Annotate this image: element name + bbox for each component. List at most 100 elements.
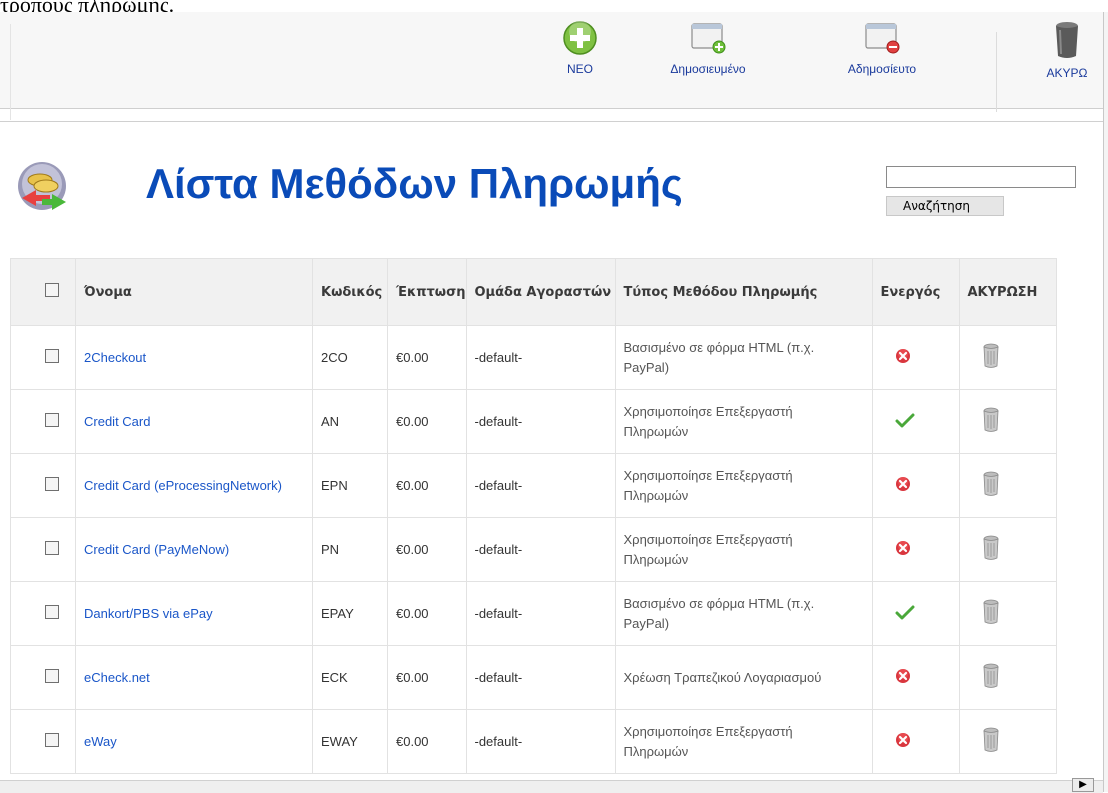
table-row: eCheck.net ECK €0.00 -default- Χρέωση Τραπεζ… bbox=[10, 645, 1057, 710]
active-icon[interactable] bbox=[895, 604, 915, 620]
inactive-icon[interactable] bbox=[895, 348, 911, 364]
trash-icon[interactable] bbox=[980, 343, 1002, 369]
row-code: EPAY bbox=[312, 581, 388, 646]
row-checkbox[interactable] bbox=[45, 541, 59, 555]
row-active-cell bbox=[871, 517, 960, 582]
table-header-row: Όνομα Κωδικός Έκπτωση Ομάδα Αγοραστών Τύ… bbox=[10, 258, 1057, 326]
inactive-icon[interactable] bbox=[895, 540, 911, 556]
row-select-cell bbox=[10, 709, 76, 774]
row-name-cell: 2Checkout bbox=[75, 325, 313, 390]
trash-icon[interactable] bbox=[980, 727, 1002, 753]
payment-method-link[interactable]: Credit Card (eProcessingNetwork) bbox=[84, 478, 282, 493]
row-name-cell: Credit Card bbox=[75, 389, 313, 454]
row-select-cell bbox=[10, 581, 76, 646]
row-checkbox[interactable] bbox=[45, 605, 59, 619]
trash-icon[interactable] bbox=[980, 663, 1002, 689]
inactive-icon[interactable] bbox=[895, 668, 911, 684]
new-button[interactable]: ΝΕΟ bbox=[552, 20, 608, 76]
horizontal-scrollbar[interactable] bbox=[0, 780, 1103, 793]
row-checkbox[interactable] bbox=[45, 733, 59, 747]
row-code: AN bbox=[312, 389, 388, 454]
column-type[interactable]: Τύπος Μεθόδου Πληρωμής bbox=[614, 258, 873, 326]
row-code: 2CO bbox=[312, 325, 388, 390]
row-group: -default- bbox=[465, 645, 616, 710]
row-type: Βασισμένο σε φόρμα HTML (π.χ. PayPal) bbox=[623, 339, 815, 375]
row-discount: €0.00 bbox=[387, 645, 467, 710]
table-row: 2Checkout 2CO €0.00 -default- Βασισμένο σε φ… bbox=[10, 325, 1057, 390]
payment-method-link[interactable]: Credit Card (PayMeNow) bbox=[84, 542, 229, 557]
row-code: ECK bbox=[312, 645, 388, 710]
row-discount: €0.00 bbox=[387, 581, 467, 646]
toolbar-separator bbox=[996, 32, 997, 112]
column-active[interactable]: Ενεργός bbox=[871, 258, 960, 326]
row-code: PN bbox=[312, 517, 388, 582]
row-group: -default- bbox=[465, 581, 616, 646]
search-input[interactable] bbox=[886, 166, 1076, 188]
trash-icon[interactable] bbox=[980, 535, 1002, 561]
publish-button[interactable]: Δημοσιευμένο bbox=[656, 20, 760, 76]
row-checkbox[interactable] bbox=[45, 669, 59, 683]
header-divider bbox=[0, 121, 1103, 122]
payment-method-link[interactable]: Dankort/PBS via ePay bbox=[84, 606, 213, 621]
active-icon[interactable] bbox=[895, 412, 915, 428]
row-type: Χρησιμοποίησε Επεξεργαστή Πληρωμών bbox=[623, 723, 793, 759]
row-type: Χρησιμοποίησε Επεξεργαστή Πληρωμών bbox=[623, 467, 793, 503]
row-code: EWAY bbox=[312, 709, 388, 774]
publish-icon bbox=[691, 23, 726, 54]
inactive-icon[interactable] bbox=[895, 476, 911, 492]
row-delete-cell bbox=[958, 709, 1057, 774]
row-active-cell bbox=[871, 581, 960, 646]
row-type-cell: Βασισμένο σε φόρμα HTML (π.χ. PayPal) bbox=[614, 325, 873, 390]
row-select-cell bbox=[10, 453, 76, 518]
row-select-cell bbox=[10, 389, 76, 454]
vertical-scrollbar[interactable] bbox=[1103, 12, 1108, 792]
row-code: EPN bbox=[312, 453, 388, 518]
toolbar: ΝΕΟ Δημοσιευμένο Αδημοσίευτο ΑΚΥΡΩ bbox=[0, 12, 1104, 120]
row-group: -default- bbox=[465, 517, 616, 582]
payment-method-link[interactable]: Credit Card bbox=[84, 414, 150, 429]
unpublish-icon bbox=[865, 23, 900, 54]
payment-method-link[interactable]: eWay bbox=[84, 734, 117, 749]
search-button[interactable]: Αναζήτηση bbox=[886, 196, 1004, 216]
row-checkbox[interactable] bbox=[45, 349, 59, 363]
row-group: -default- bbox=[465, 389, 616, 454]
inactive-icon[interactable] bbox=[895, 732, 911, 748]
row-active-cell bbox=[871, 453, 960, 518]
row-discount: €0.00 bbox=[387, 389, 467, 454]
row-delete-cell bbox=[958, 517, 1057, 582]
row-name-cell: eWay bbox=[75, 709, 313, 774]
row-type-cell: Βασισμένο σε φόρμα HTML (π.χ. PayPal) bbox=[614, 581, 873, 646]
row-type-cell: Χρησιμοποίησε Επεξεργαστή Πληρωμών bbox=[614, 453, 873, 518]
row-group: -default- bbox=[465, 453, 616, 518]
row-checkbox[interactable] bbox=[45, 413, 59, 427]
trash-icon[interactable] bbox=[980, 599, 1002, 625]
scroll-right-button[interactable]: ▶ bbox=[1072, 778, 1094, 792]
select-all-checkbox[interactable] bbox=[45, 283, 59, 297]
trash-icon[interactable] bbox=[980, 407, 1002, 433]
column-group[interactable]: Ομάδα Αγοραστών bbox=[465, 258, 616, 326]
row-delete-cell bbox=[958, 581, 1057, 646]
row-type: Χρέωση Τραπεζικού Λογαριασμού bbox=[623, 669, 822, 685]
column-cancel: ΑΚΥΡΩΣΗ bbox=[958, 258, 1057, 326]
row-delete-cell bbox=[958, 325, 1057, 390]
column-name[interactable]: Όνομα bbox=[75, 258, 313, 326]
column-discount[interactable]: Έκπτωση bbox=[387, 258, 467, 326]
unpublish-button[interactable]: Αδημοσίευτο bbox=[830, 20, 934, 76]
page-title: Λίστα Μεθόδων Πληρωμής bbox=[146, 160, 683, 207]
table-row: Credit Card (PayMeNow) PN €0.00 -default- Χρ… bbox=[10, 517, 1057, 582]
table-row: Credit Card AN €0.00 -default- Χρησιμοποίησε… bbox=[10, 389, 1057, 454]
cancel-button[interactable]: ΑΚΥΡΩ bbox=[1030, 20, 1104, 80]
column-code[interactable]: Κωδικός bbox=[312, 258, 388, 326]
row-type-cell: Χρέωση Τραπεζικού Λογαριασμού bbox=[614, 645, 873, 710]
payment-method-link[interactable]: eCheck.net bbox=[84, 670, 150, 685]
row-discount: €0.00 bbox=[387, 517, 467, 582]
row-type: Χρησιμοποίησε Επεξεργαστή Πληρωμών bbox=[623, 531, 793, 567]
payment-method-link[interactable]: 2Checkout bbox=[84, 350, 146, 365]
row-checkbox[interactable] bbox=[45, 477, 59, 491]
row-select-cell bbox=[10, 645, 76, 710]
add-icon bbox=[563, 21, 597, 55]
trash-icon bbox=[1056, 22, 1078, 58]
trash-icon[interactable] bbox=[980, 471, 1002, 497]
row-type-cell: Χρησιμοποίησε Επεξεργαστή Πληρωμών bbox=[614, 389, 873, 454]
row-active-cell bbox=[871, 389, 960, 454]
